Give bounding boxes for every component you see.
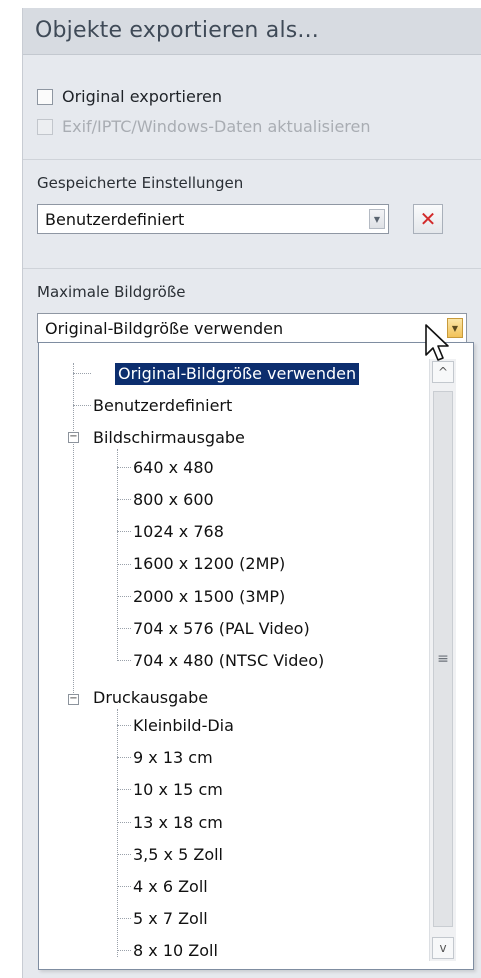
max-size-dropdown-list[interactable]: Original-Bildgröße verwenden Benutzerdef… (38, 342, 474, 970)
scroll-thumb[interactable]: ≡ (433, 391, 453, 927)
close-x-icon: ✕ (419, 207, 437, 231)
saved-settings-section: Gespeicherte Einstellungen Benutzerdefin… (23, 160, 481, 269)
option-screen-640[interactable]: 640 x 480 (133, 457, 214, 479)
delete-setting-button[interactable]: ✕ (413, 204, 443, 234)
option-screen-1024[interactable]: 1024 x 768 (133, 521, 224, 543)
panel-title: Objekte exportieren als... (35, 18, 320, 43)
option-screen-2000[interactable]: 2000 x 1500 (3MP) (133, 586, 285, 608)
grip-icon: ≡ (437, 651, 449, 667)
option-print-dia[interactable]: Kleinbild-Dia (133, 715, 234, 737)
original-export-checkbox[interactable] (37, 88, 53, 105)
option-print-9x13[interactable]: 9 x 13 cm (133, 747, 213, 769)
collapse-print-icon[interactable]: − (68, 694, 79, 705)
exif-update-checkbox (37, 118, 53, 135)
option-print-8x10[interactable]: 8 x 10 Zoll (133, 940, 218, 962)
option-print-5x7[interactable]: 5 x 7 Zoll (133, 908, 208, 930)
exif-update-row: Exif/IPTC/Windows-Daten aktualisieren (37, 117, 371, 136)
saved-settings-arrow-icon[interactable]: ▼ (369, 209, 385, 229)
panel-header: Objekte exportieren als... (23, 8, 481, 55)
max-size-combo[interactable]: Original-Bildgröße verwenden ▼ (37, 313, 467, 343)
exif-update-label: Exif/IPTC/Windows-Daten aktualisieren (62, 117, 371, 136)
option-print-4x6[interactable]: 4 x 6 Zoll (133, 876, 208, 898)
max-size-label: Maximale Bildgröße (37, 283, 186, 301)
option-original-size[interactable]: Original-Bildgröße verwenden (115, 363, 360, 385)
option-print-3-5x5[interactable]: 3,5 x 5 Zoll (133, 844, 223, 866)
option-screen-800[interactable]: 800 x 600 (133, 489, 214, 511)
export-options-section: Original exportieren Exif/IPTC/Windows-D… (23, 55, 481, 160)
original-export-label: Original exportieren (62, 87, 223, 106)
option-screen-1600[interactable]: 1600 x 1200 (2MP) (133, 553, 285, 575)
saved-settings-combo[interactable]: Benutzerdefiniert ▼ (37, 204, 389, 234)
saved-settings-label: Gespeicherte Einstellungen (37, 174, 244, 192)
dropdown-scrollbar[interactable]: ^ ≡ v (429, 359, 456, 961)
group-screen-output[interactable]: Bildschirmausgabe (93, 427, 245, 449)
option-screen-pal[interactable]: 704 x 576 (PAL Video) (133, 618, 310, 640)
collapse-screen-icon[interactable]: − (68, 432, 79, 443)
mouse-pointer-icon (425, 324, 449, 361)
group-print-output[interactable]: Druckausgabe (93, 687, 208, 709)
saved-settings-value: Benutzerdefiniert (45, 210, 185, 229)
scroll-down-icon[interactable]: v (432, 937, 454, 959)
option-screen-ntsc[interactable]: 704 x 480 (NTSC Video) (133, 650, 324, 672)
max-size-value: Original-Bildgröße verwenden (45, 319, 284, 338)
option-custom[interactable]: Benutzerdefiniert (93, 395, 232, 417)
original-export-row[interactable]: Original exportieren (37, 87, 222, 106)
option-print-13x18[interactable]: 13 x 18 cm (133, 812, 223, 834)
option-print-10x15[interactable]: 10 x 15 cm (133, 779, 223, 801)
